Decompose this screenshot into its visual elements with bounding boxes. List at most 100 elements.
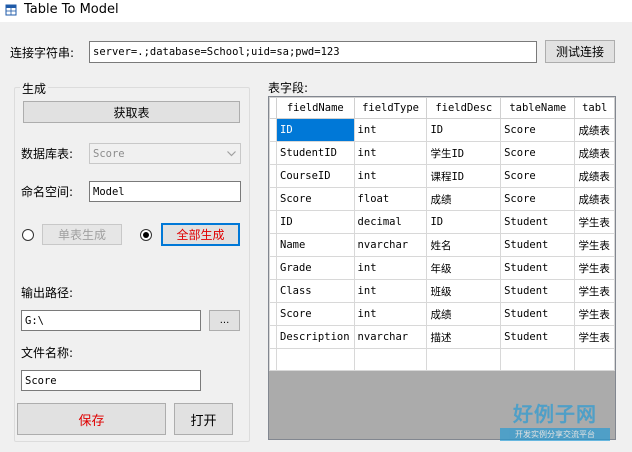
generate-group-title: 生成 <box>20 80 49 97</box>
single-table-generate-button[interactable]: 单表生成 <box>42 224 122 245</box>
namespace-input[interactable]: Model <box>89 181 241 202</box>
table-cell[interactable]: Score <box>276 302 355 326</box>
table-cell[interactable]: 学生表 <box>574 325 615 349</box>
chevron-down-icon <box>227 151 236 157</box>
table-cell[interactable]: 姓名 <box>426 233 502 257</box>
table-cell[interactable]: Description <box>276 325 355 349</box>
save-button[interactable]: 保存 <box>17 403 166 435</box>
column-header[interactable]: fieldType <box>353 97 428 119</box>
table-cell[interactable]: ID <box>276 210 355 234</box>
table-cell[interactable]: Class <box>276 279 355 303</box>
table-fields-label: 表字段: <box>268 81 309 95</box>
column-header[interactable]: tableName <box>500 97 576 119</box>
table-row[interactable]: Class int 班级 Student 学生表 <box>269 279 615 303</box>
single-table-radio[interactable] <box>22 229 34 241</box>
filename-label: 文件名称: <box>21 346 74 360</box>
table-row[interactable]: Score int 成绩 Student 学生表 <box>269 302 615 326</box>
test-connection-button[interactable]: 测试连接 <box>545 40 615 63</box>
table-cell[interactable]: Score <box>500 187 576 211</box>
watermark-title: 好例子网 <box>513 402 597 426</box>
table-cell[interactable]: Student <box>500 256 576 280</box>
table-cell[interactable]: 成绩表 <box>574 118 615 142</box>
table-row[interactable]: ID decimal ID Student 学生表 <box>269 210 615 234</box>
filename-input[interactable]: Score <box>21 370 201 391</box>
table-cell[interactable]: 学生表 <box>574 279 615 303</box>
table-cell[interactable]: int <box>353 164 428 188</box>
fields-table: fieldName fieldType fieldDesc tableName … <box>269 97 615 371</box>
table-row[interactable]: StudentID int 学生ID Score 成绩表 <box>269 141 615 165</box>
fields-grid[interactable]: fieldName fieldType fieldDesc tableName … <box>268 96 616 440</box>
table-cell[interactable]: 学生表 <box>574 210 615 234</box>
title-bar: Table To Model <box>0 0 632 22</box>
table-row[interactable]: Name nvarchar 姓名 Student 学生表 <box>269 233 615 257</box>
table-row[interactable]: ID int ID Score 成绩表 <box>269 118 615 142</box>
output-path-input[interactable]: G:\ <box>21 310 201 331</box>
table-cell[interactable]: int <box>353 141 428 165</box>
table-cell[interactable]: Grade <box>276 256 355 280</box>
table-cell[interactable]: Student <box>500 302 576 326</box>
table-cell[interactable]: ID <box>426 210 502 234</box>
table-cell[interactable]: 成绩 <box>426 187 502 211</box>
table-cell[interactable]: ID <box>426 118 502 142</box>
table-row[interactable]: Score float 成绩 Score 成绩表 <box>269 187 615 211</box>
table-cell[interactable]: float <box>353 187 428 211</box>
table-cell[interactable]: 成绩 <box>426 302 502 326</box>
table-cell[interactable]: 描述 <box>426 325 502 349</box>
table-cell[interactable]: int <box>353 256 428 280</box>
browse-button[interactable]: ... <box>209 310 240 331</box>
generate-all-button[interactable]: 全部生成 <box>161 223 240 246</box>
table-cell[interactable]: Student <box>500 279 576 303</box>
table-cell[interactable]: Student <box>500 233 576 257</box>
column-header[interactable]: fieldDesc <box>426 97 502 119</box>
table-cell[interactable]: Score <box>500 141 576 165</box>
watermark-subtitle: 开发实例分享交流平台 <box>500 428 610 441</box>
connection-string-input[interactable]: server=.;database=School;uid=sa;pwd=123 <box>89 41 537 63</box>
table-header-row: fieldName fieldType fieldDesc tableName … <box>269 97 615 119</box>
database-table-label: 数据库表: <box>21 147 74 161</box>
new-row[interactable] <box>269 348 615 371</box>
output-path-label: 输出路径: <box>21 286 74 300</box>
column-header[interactable]: fieldName <box>276 97 355 119</box>
all-tables-radio[interactable] <box>140 229 152 241</box>
database-table-value: Score <box>93 148 125 160</box>
table-cell[interactable]: nvarchar <box>353 233 428 257</box>
watermark-logo: 好例子网 开发实例分享交流平台 <box>500 398 610 441</box>
table-cell[interactable]: 学生表 <box>574 256 615 280</box>
table-cell[interactable]: 成绩表 <box>574 164 615 188</box>
column-header[interactable]: tabl <box>574 97 615 119</box>
table-cell[interactable]: int <box>353 118 428 142</box>
table-cell[interactable]: 课程ID <box>426 164 502 188</box>
table-cell[interactable]: decimal <box>353 210 428 234</box>
table-cell[interactable]: Name <box>276 233 355 257</box>
open-button[interactable]: 打开 <box>174 403 233 435</box>
table-cell[interactable]: Score <box>500 118 576 142</box>
table-cell[interactable]: Student <box>500 210 576 234</box>
table-cell[interactable]: ID <box>276 118 355 142</box>
fetch-tables-button[interactable]: 获取表 <box>23 101 240 123</box>
row-header-corner <box>269 97 277 119</box>
table-row[interactable]: Grade int 年级 Student 学生表 <box>269 256 615 280</box>
table-cell[interactable]: 班级 <box>426 279 502 303</box>
table-cell[interactable]: nvarchar <box>353 325 428 349</box>
table-cell[interactable]: 成绩表 <box>574 187 615 211</box>
table-cell[interactable]: 学生表 <box>574 302 615 326</box>
table-cell[interactable]: int <box>353 279 428 303</box>
table-cell[interactable]: CourseID <box>276 164 355 188</box>
table-cell[interactable]: 学生ID <box>426 141 502 165</box>
table-cell[interactable]: int <box>353 302 428 326</box>
app-icon <box>5 4 17 16</box>
table-cell[interactable]: 成绩表 <box>574 141 615 165</box>
database-table-select[interactable]: Score <box>89 143 241 164</box>
table-cell[interactable]: 年级 <box>426 256 502 280</box>
table-cell[interactable]: 学生表 <box>574 233 615 257</box>
table-cell[interactable]: Score <box>276 187 355 211</box>
table-row[interactable]: CourseID int 课程ID Score 成绩表 <box>269 164 615 188</box>
table-cell[interactable]: StudentID <box>276 141 355 165</box>
namespace-label: 命名空间: <box>21 185 74 199</box>
table-cell[interactable]: Student <box>500 325 576 349</box>
radio-selected-dot <box>143 232 149 238</box>
table-row[interactable]: Description nvarchar 描述 Student 学生表 <box>269 325 615 349</box>
table-cell[interactable]: Score <box>500 164 576 188</box>
window-title: Table To Model <box>24 2 119 17</box>
connection-label: 连接字符串: <box>10 46 75 60</box>
